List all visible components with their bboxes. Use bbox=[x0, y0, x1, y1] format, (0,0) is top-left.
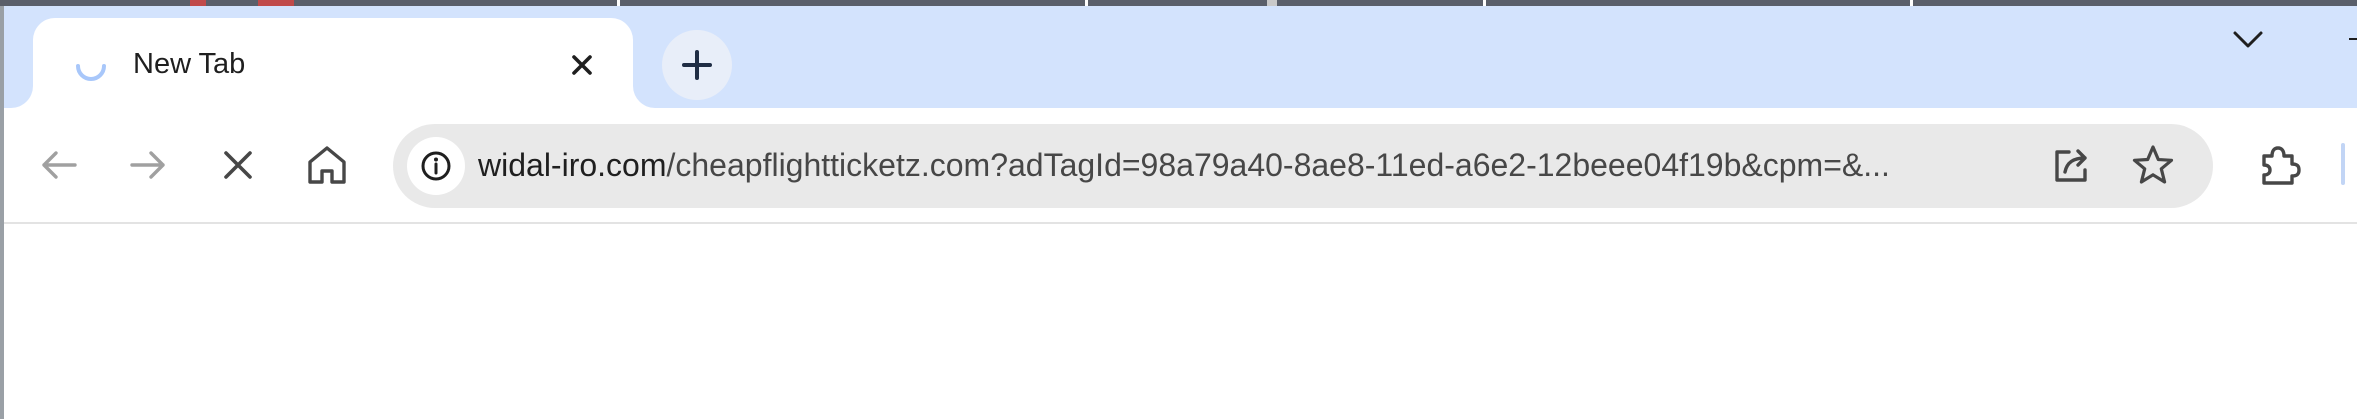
bookmark-button[interactable] bbox=[2128, 140, 2178, 190]
new-tab-button[interactable] bbox=[662, 30, 732, 100]
page-content bbox=[4, 224, 2357, 419]
url-path: /cheapflightticketz.com?adTagId=98a79a40… bbox=[666, 147, 1890, 183]
plus-icon bbox=[682, 50, 712, 80]
url-text[interactable]: widal-iro.com/cheapflightticketz.com?adT… bbox=[478, 145, 2038, 185]
forward-button[interactable] bbox=[120, 137, 176, 193]
minimize-button[interactable] bbox=[2349, 38, 2357, 40]
url-host: widal-iro.com bbox=[478, 147, 667, 183]
tab-search-button[interactable] bbox=[2228, 20, 2268, 60]
puzzle-icon bbox=[2262, 146, 2301, 185]
site-info-button[interactable] bbox=[407, 137, 465, 195]
back-button[interactable] bbox=[31, 137, 87, 193]
browser-window: New Tab widal-iro.com/cheapflightticketz… bbox=[0, 0, 2357, 419]
tab-title: New Tab bbox=[133, 48, 246, 80]
chevron-down-icon bbox=[2233, 31, 2263, 48]
share-icon bbox=[2055, 149, 2087, 182]
info-icon bbox=[421, 151, 451, 181]
loading-spinner-icon bbox=[72, 47, 110, 85]
share-button[interactable] bbox=[2047, 140, 2097, 190]
arrow-right-icon bbox=[130, 151, 165, 179]
tab-corner-left bbox=[11, 86, 33, 108]
star-icon bbox=[2132, 145, 2174, 184]
home-icon bbox=[308, 146, 346, 184]
arrow-left-icon bbox=[42, 151, 77, 179]
home-button[interactable] bbox=[299, 137, 355, 193]
tab-corner-right bbox=[633, 86, 655, 108]
close-icon bbox=[224, 151, 252, 179]
extensions-button[interactable] bbox=[2252, 137, 2308, 193]
stop-button[interactable] bbox=[210, 137, 266, 193]
close-icon[interactable] bbox=[564, 47, 600, 83]
profile-button[interactable] bbox=[2341, 143, 2345, 185]
tab-new-tab[interactable] bbox=[33, 18, 633, 108]
